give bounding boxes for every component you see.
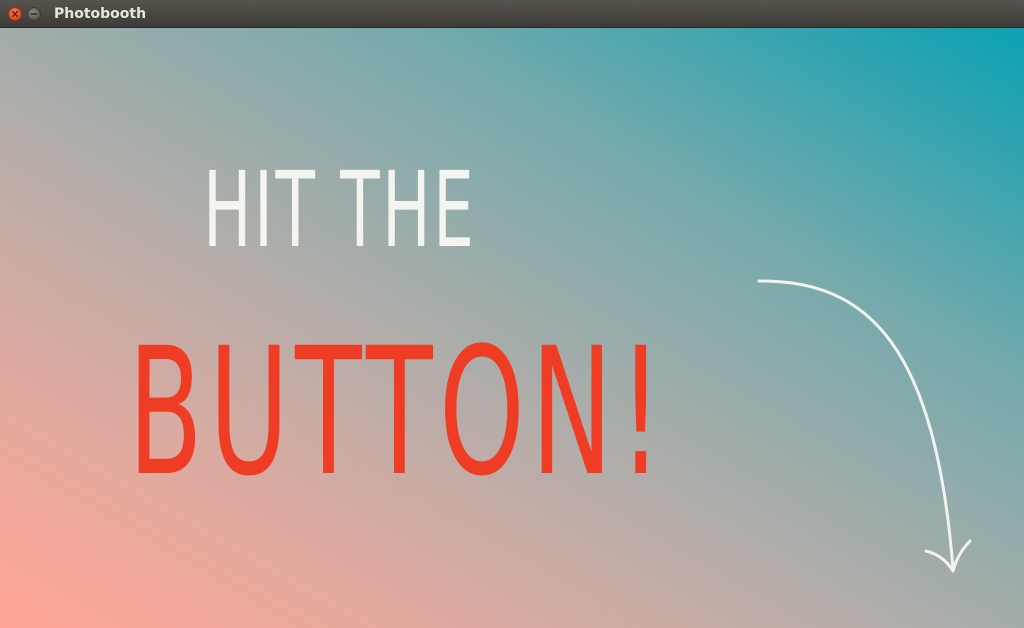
title-bar[interactable]: Photobooth bbox=[0, 0, 1024, 28]
headline-button: BUTTON! bbox=[128, 310, 669, 515]
headline-hit-the: HIT THE bbox=[203, 149, 477, 271]
minimize-button[interactable] bbox=[27, 7, 41, 21]
minimize-icon bbox=[30, 13, 38, 15]
curved-arrow-down-icon bbox=[757, 279, 972, 573]
photobooth-window: Photobooth HIT THE BUTTON! bbox=[0, 0, 1024, 628]
close-icon bbox=[11, 10, 19, 18]
window-title: Photobooth bbox=[54, 6, 147, 22]
main-content: HIT THE BUTTON! bbox=[0, 28, 1024, 628]
close-button[interactable] bbox=[8, 7, 22, 21]
